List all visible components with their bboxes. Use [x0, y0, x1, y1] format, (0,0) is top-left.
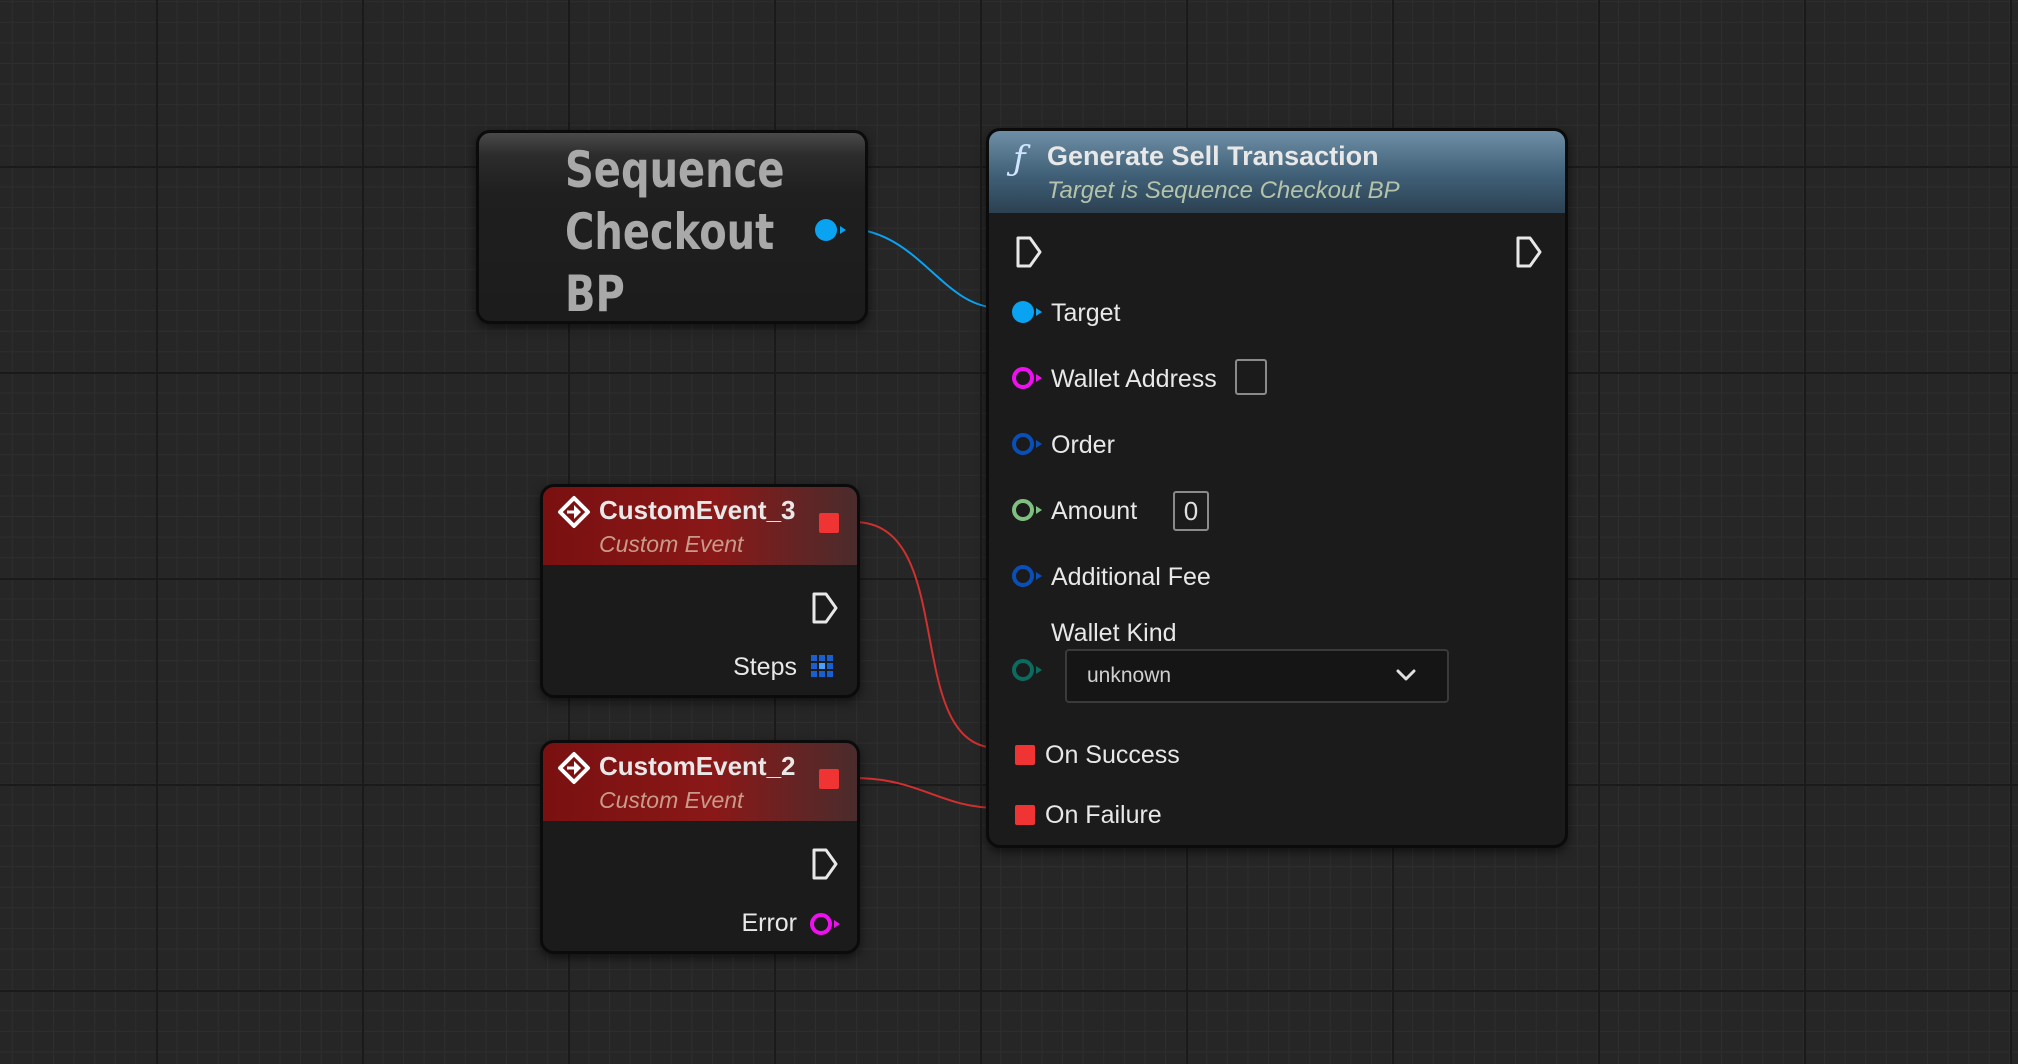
exec-output-pin-icon[interactable]	[1515, 235, 1543, 269]
additional-fee-pin-label: Additional Fee	[1051, 563, 1211, 591]
number-pin-icon[interactable]	[1011, 495, 1047, 525]
exec-output-pin-icon[interactable]	[811, 591, 839, 625]
amount-input[interactable]: 0	[1173, 491, 1209, 531]
wallet-kind-dropdown[interactable]: unknown	[1065, 649, 1449, 703]
pin-row-order[interactable]: Order	[1011, 427, 1411, 467]
variable-node-title: Sequence Checkout BP	[565, 141, 785, 323]
string-pin-icon[interactable]	[809, 909, 845, 939]
pin-row-wallet-address[interactable]: Wallet Address	[1011, 359, 1411, 401]
struct-pin-icon[interactable]	[1011, 561, 1047, 591]
function-node-title: Generate Sell Transaction	[1047, 141, 1379, 171]
delegate-output-pin-icon[interactable]	[819, 513, 839, 533]
object-output-pin-icon[interactable]	[813, 217, 853, 243]
blueprint-graph-canvas[interactable]: Sequence Checkout BP ƒ Generate Sell Tra…	[0, 0, 2018, 1064]
function-node-generate-sell-transaction[interactable]: ƒ Generate Sell Transaction Target is Se…	[986, 128, 1568, 848]
event-diamond-icon	[558, 752, 590, 784]
custom-event-header: CustomEvent_3 Custom Event	[543, 487, 857, 565]
function-node-subtitle: Target is Sequence Checkout BP	[1047, 177, 1400, 204]
target-pin-icon[interactable]	[1011, 297, 1047, 327]
order-pin-label: Order	[1051, 431, 1115, 459]
wallet-address-pin-label: Wallet Address	[1051, 365, 1217, 393]
on-success-pin-label: On Success	[1045, 741, 1180, 769]
exec-output-pin-icon[interactable]	[811, 847, 839, 881]
custom-event-title: CustomEvent_2	[599, 751, 796, 781]
exec-input-pin-icon[interactable]	[1015, 235, 1043, 269]
wallet-kind-selected-value: unknown	[1087, 664, 1172, 687]
custom-event-header: CustomEvent_2 Custom Event	[543, 743, 857, 821]
delegate-pin-icon[interactable]	[1015, 805, 1035, 825]
delegate-pin-icon[interactable]	[1015, 745, 1035, 765]
steps-pin-label: Steps	[733, 653, 797, 681]
target-pin-label: Target	[1051, 299, 1121, 327]
wallet-address-input[interactable]	[1235, 359, 1267, 395]
enum-pin-icon[interactable]	[1011, 655, 1047, 685]
string-pin-icon[interactable]	[1011, 363, 1047, 393]
amount-pin-label: Amount	[1051, 497, 1138, 525]
pin-row-amount[interactable]: Amount 0	[1011, 491, 1411, 533]
custom-event-node-2[interactable]: CustomEvent_2 Custom Event Error	[540, 740, 860, 954]
pin-row-on-success[interactable]: On Success	[1015, 737, 1415, 777]
custom-event-subtitle: Custom Event	[599, 787, 744, 813]
custom-event-subtitle: Custom Event	[599, 531, 744, 557]
chevron-down-icon	[1396, 669, 1416, 681]
array-pin-icon[interactable]	[809, 653, 835, 679]
struct-pin-icon[interactable]	[1011, 429, 1047, 459]
pin-row-on-failure[interactable]: On Failure	[1015, 797, 1415, 837]
event-diamond-icon	[558, 496, 590, 528]
variable-node-sequence-checkout-bp[interactable]: Sequence Checkout BP	[476, 130, 868, 324]
on-failure-pin-label: On Failure	[1045, 801, 1162, 829]
error-pin-label: Error	[741, 909, 797, 937]
function-node-header: ƒ Generate Sell Transaction Target is Se…	[989, 131, 1565, 213]
function-icon: ƒ	[1013, 139, 1026, 179]
custom-event-title: CustomEvent_3	[599, 495, 796, 525]
wire-on-failure	[853, 777, 999, 809]
delegate-output-pin-icon[interactable]	[819, 769, 839, 789]
custom-event-node-3[interactable]: CustomEvent_3 Custom Event Steps	[540, 484, 860, 698]
wire-on-success	[853, 521, 999, 749]
pin-row-additional-fee[interactable]: Additional Fee	[1011, 559, 1411, 599]
wallet-kind-pin-label: Wallet Kind	[1051, 619, 1177, 647]
pin-row-target[interactable]: Target	[1011, 295, 1411, 335]
